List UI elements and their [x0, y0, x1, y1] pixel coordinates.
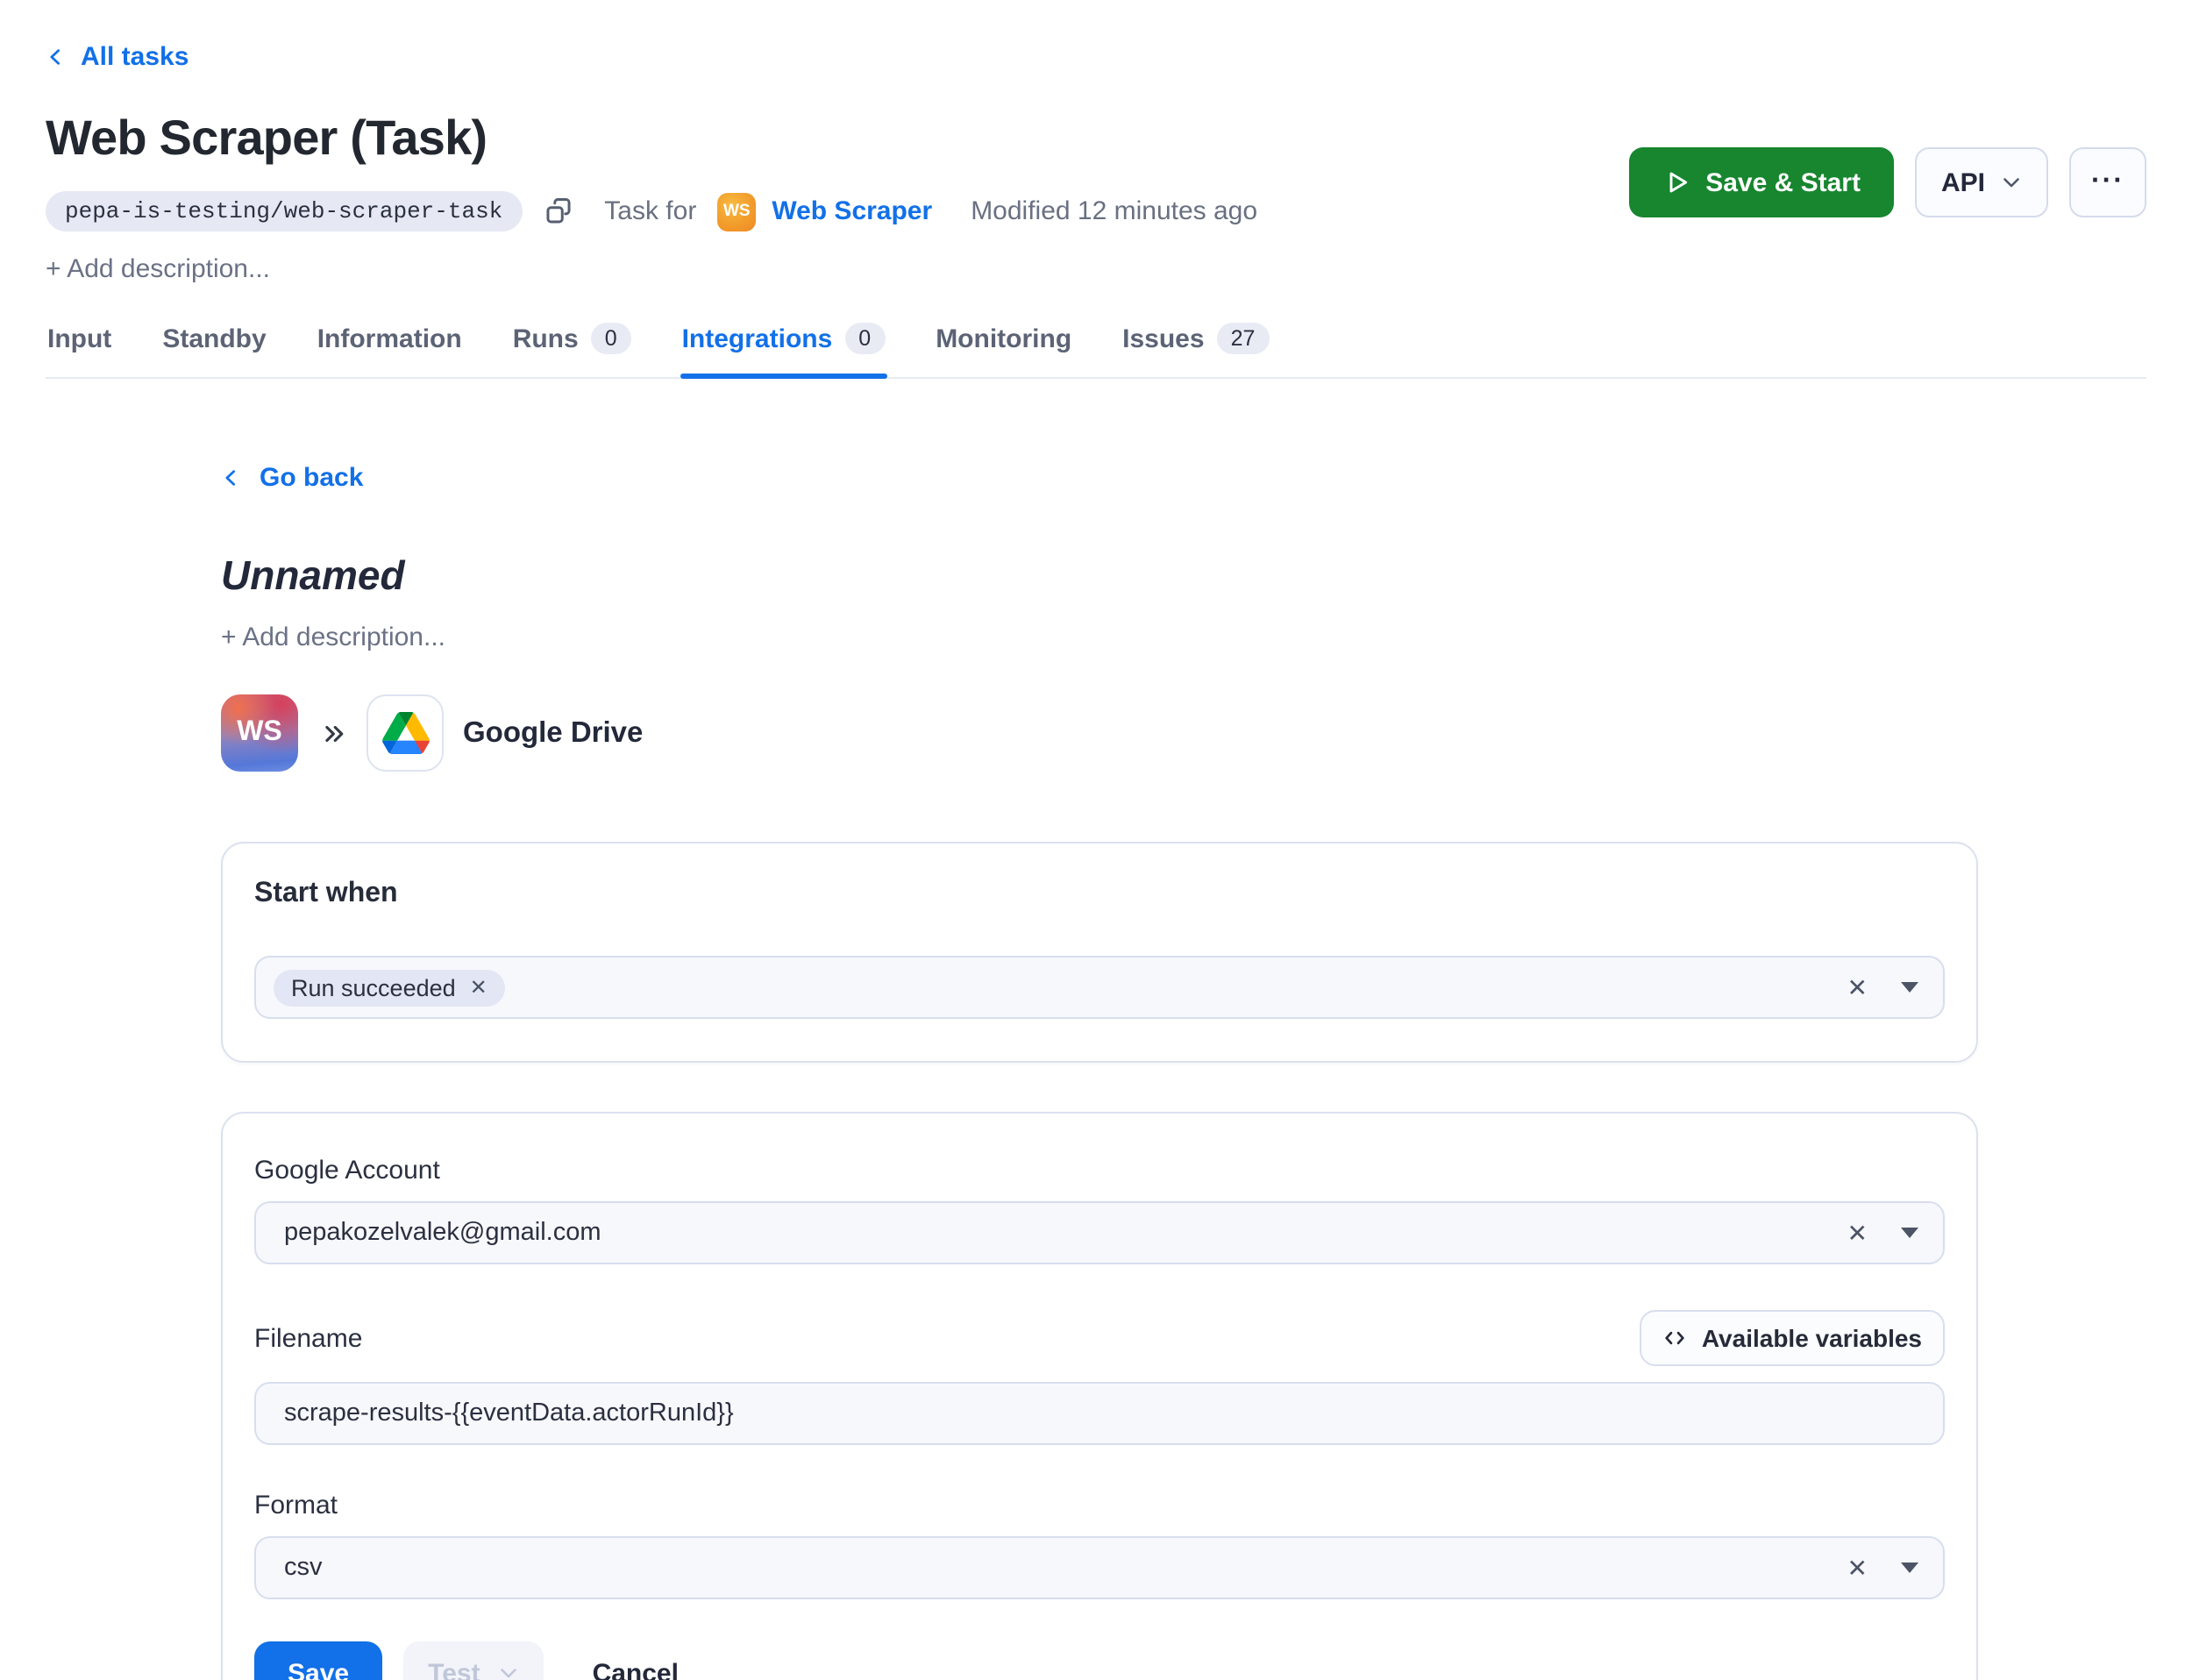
google-account-value: pepakozelvalek@gmail.com	[284, 1219, 601, 1247]
available-variables-button[interactable]: Available variables	[1640, 1310, 1945, 1366]
target-service-name: Google Drive	[463, 716, 643, 750]
start-when-select[interactable]: Run succeeded ✕ ✕	[254, 956, 1945, 1019]
format-value: csv	[284, 1554, 323, 1582]
actor-icon: WS	[717, 192, 756, 231]
chevron-left-icon	[46, 47, 65, 67]
copy-icon[interactable]	[543, 196, 573, 226]
google-account-select[interactable]: pepakozelvalek@gmail.com ✕	[254, 1201, 1945, 1264]
actor-link[interactable]: Web Scraper	[772, 196, 932, 226]
form-actions: Save Test Cancel	[254, 1641, 1945, 1680]
clear-select-icon[interactable]: ✕	[1847, 1555, 1868, 1580]
clear-select-icon[interactable]: ✕	[1847, 975, 1868, 1000]
ellipsis-icon: ···	[2091, 167, 2124, 198]
more-options-button[interactable]: ···	[2069, 147, 2146, 217]
task-id-badge: pepa-is-testing/web-scraper-task	[46, 191, 522, 231]
clear-select-icon[interactable]: ✕	[1847, 1221, 1868, 1245]
format-select[interactable]: csv ✕	[254, 1536, 1945, 1599]
all-tasks-back-link[interactable]: All tasks	[46, 42, 189, 72]
tab-runs[interactable]: Runs0	[511, 312, 633, 377]
selected-event-tag: Run succeeded ✕	[274, 969, 505, 1006]
chevron-down-icon	[498, 1662, 519, 1680]
google-account-label: Google Account	[254, 1156, 1945, 1185]
page-header: All tasks Web Scraper (Task) pepa-is-tes…	[0, 0, 2192, 284]
runs-count-badge: 0	[591, 323, 631, 354]
all-tasks-label: All tasks	[81, 42, 189, 72]
integration-config-card: Google Account pepakozelvalek@gmail.com …	[221, 1112, 1978, 1680]
remove-tag-icon[interactable]: ✕	[470, 977, 488, 998]
select-caret-icon[interactable]	[1901, 1563, 1918, 1573]
filename-label: Filename	[254, 1323, 362, 1353]
tab-monitoring[interactable]: Monitoring	[934, 314, 1073, 377]
tab-standby[interactable]: Standby	[160, 314, 267, 377]
chevron-left-icon	[221, 468, 240, 488]
filename-input[interactable]	[254, 1382, 1945, 1445]
chevron-double-right-icon	[321, 720, 347, 746]
google-drive-icon	[367, 694, 444, 772]
tab-information[interactable]: Information	[316, 314, 464, 377]
integration-detail: Go back Unnamed + Add description... WS …	[0, 379, 2192, 1680]
api-dropdown-button[interactable]: API	[1915, 147, 2048, 217]
start-when-title: Start when	[254, 879, 1945, 910]
issues-count-badge: 27	[1217, 323, 1270, 354]
tab-integrations[interactable]: Integrations0	[680, 312, 887, 377]
play-icon	[1662, 168, 1690, 196]
integration-name: Unnamed	[221, 552, 1978, 600]
go-back-link[interactable]: Go back	[221, 463, 363, 493]
chevron-down-icon	[2001, 172, 2022, 193]
format-label: Format	[254, 1491, 1945, 1520]
code-icon	[1663, 1326, 1688, 1350]
select-caret-icon[interactable]	[1901, 1228, 1918, 1238]
page: All tasks Web Scraper (Task) pepa-is-tes…	[0, 0, 2192, 1680]
save-button[interactable]: Save	[254, 1641, 382, 1680]
web-scraper-icon: WS	[221, 694, 298, 772]
tab-input[interactable]: Input	[46, 314, 113, 377]
tab-bar: Input Standby Information Runs0 Integrat…	[46, 312, 2146, 379]
task-for-label: Task for	[604, 196, 696, 226]
integration-add-description-button[interactable]: + Add description...	[221, 623, 1978, 652]
modified-timestamp: Modified 12 minutes ago	[971, 196, 1257, 226]
start-when-card: Start when Run succeeded ✕ ✕	[221, 842, 1978, 1063]
save-and-start-button[interactable]: Save & Start	[1628, 147, 1894, 217]
cancel-button[interactable]: Cancel	[593, 1658, 679, 1680]
select-caret-icon[interactable]	[1901, 982, 1918, 993]
add-description-button[interactable]: + Add description...	[46, 254, 2146, 284]
header-actions: Save & Start API ···	[1628, 147, 2146, 217]
tab-issues[interactable]: Issues27	[1121, 312, 1270, 377]
integrations-count-badge: 0	[844, 323, 885, 354]
test-dropdown-button[interactable]: Test	[403, 1641, 543, 1680]
integration-icons-row: WS Google Drive	[221, 694, 1978, 772]
